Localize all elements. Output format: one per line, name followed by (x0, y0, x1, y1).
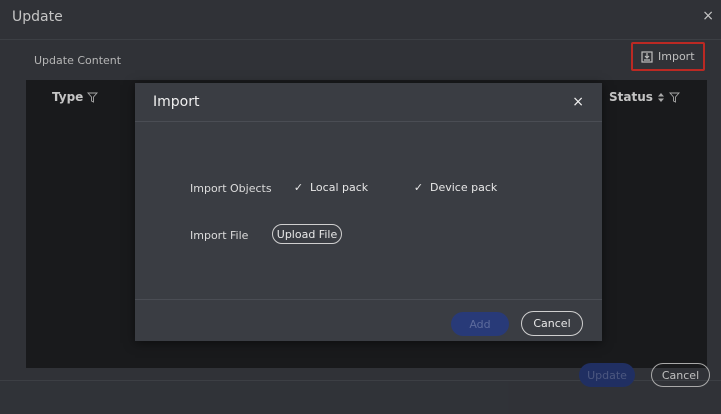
device-pack-label: Device pack (430, 181, 498, 194)
local-pack-label: Local pack (310, 181, 369, 194)
add-button[interactable]: Add (451, 312, 509, 336)
upload-file-button[interactable]: Upload File (272, 224, 342, 244)
modal-header-divider (135, 121, 602, 122)
device-pack-checkbox[interactable]: ✓ Device pack (413, 181, 497, 194)
local-pack-checkbox[interactable]: ✓ Local pack (293, 181, 368, 194)
check-icon: ✓ (293, 181, 304, 194)
close-icon[interactable]: × (572, 94, 584, 110)
import-objects-label: Import Objects (190, 182, 272, 195)
import-modal: Import × Import Objects ✓ Local pack ✓ D… (135, 83, 602, 341)
modal-title: Import (153, 94, 200, 110)
check-icon: ✓ (413, 181, 424, 194)
modal-cancel-button[interactable]: Cancel (521, 311, 583, 336)
import-file-label: Import File (190, 229, 249, 242)
modal-footer-divider (135, 299, 602, 300)
